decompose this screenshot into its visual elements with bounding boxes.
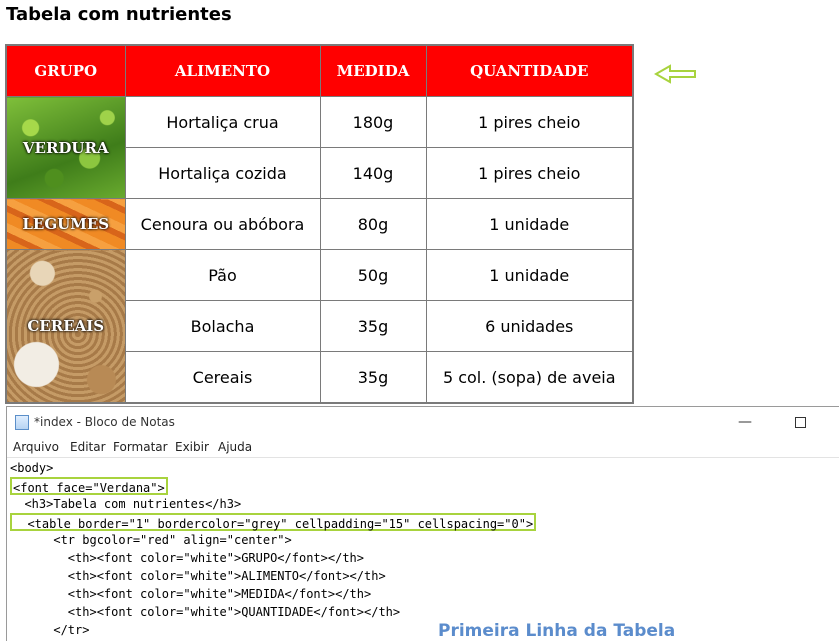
menu-arquivo[interactable]: Arquivo [13,440,59,454]
cell-medida: 80g [319,198,427,250]
text-editor-area[interactable]: <body> <font face="Verdana"> <h3>Tabela … [7,457,839,642]
window-title: *index - Bloco de Notas [34,415,175,429]
annotation-label: Primeira Linha da Tabela [438,621,676,641]
minimize-button[interactable]: — [722,409,768,435]
header-quantidade: QUANTIDADE [425,44,634,97]
code-line-highlighted: <font face="Verdana"> [10,477,168,495]
cell-quantidade: 1 pires cheio [425,96,634,148]
group-cell-legumes: LEGUMES [5,198,126,250]
notepad-titlebar[interactable]: *index - Bloco de Notas — [7,407,839,437]
code-line: <body> [10,461,54,475]
code-line-highlighted: <table border="1" bordercolor="grey" cel… [10,513,537,531]
cell-medida: 35g [319,351,427,404]
cell-medida: 50g [319,249,427,301]
cell-quantidade: 1 pires cheio [425,147,634,199]
header-alimento: ALIMENTO [124,44,321,97]
group-cell-cereais: CEREAIS [5,249,126,404]
group-cell-verdura: VERDURA [5,96,126,199]
menu-ajuda[interactable]: Ajuda [218,440,252,454]
cell-quantidade: 1 unidade [425,249,634,301]
code-line: <th><font color="white">QUANTIDADE</font… [10,605,401,619]
cell-alimento: Bolacha [124,300,321,352]
menu-bar: Arquivo Editar Formatar Exibir Ajuda [7,437,839,457]
notepad-icon [15,415,29,430]
nutrient-table: GRUPO ALIMENTO MEDIDA QUANTIDADE VERDURA… [5,44,634,404]
maximize-button[interactable] [777,409,823,435]
left-arrow-outline-icon [654,64,696,84]
notepad-window: *index - Bloco de Notas — Arquivo Editar… [6,406,839,641]
table-header-row: GRUPO ALIMENTO MEDIDA QUANTIDADE [5,44,634,97]
table-row: VERDURA Hortaliça crua 180g 1 pires chei… [5,96,634,199]
header-medida: MEDIDA [319,44,427,97]
table-row: CEREAIS Pão 50g 1 unidade [5,249,634,404]
code-line: <th><font color="white">GRUPO</font></th… [10,551,365,565]
code-line: <th><font color="white">ALIMENTO</font><… [10,569,386,583]
cell-alimento: Pão [124,249,321,301]
cell-medida: 180g [319,96,427,148]
header-grupo: GRUPO [5,44,126,97]
code-line: <tr bgcolor="red" align="center"> [10,533,292,547]
menu-editar[interactable]: Editar [70,440,106,454]
table-row: LEGUMES Cenoura ou abóbora 80g 1 unidade [5,198,634,250]
maximize-icon [794,416,806,428]
cell-quantidade: 6 unidades [425,300,634,352]
code-line: <h3>Tabela com nutrientes</h3> [10,497,242,511]
code-line: <th><font color="white">MEDIDA</font></t… [10,587,372,601]
code-line: </tr> [10,623,90,637]
cell-medida: 35g [319,300,427,352]
cell-alimento: Hortaliça crua [124,96,321,148]
menu-exibir[interactable]: Exibir [175,440,209,454]
cell-quantidade: 1 unidade [425,198,634,250]
cell-quantidade: 5 col. (sopa) de aveia [425,351,634,404]
cell-alimento: Cenoura ou abóbora [124,198,321,250]
page-title: Tabela com nutrientes [6,4,232,25]
cell-alimento: Hortaliça cozida [124,147,321,199]
cell-alimento: Cereais [124,351,321,404]
cell-medida: 140g [319,147,427,199]
menu-formatar[interactable]: Formatar [113,440,168,454]
